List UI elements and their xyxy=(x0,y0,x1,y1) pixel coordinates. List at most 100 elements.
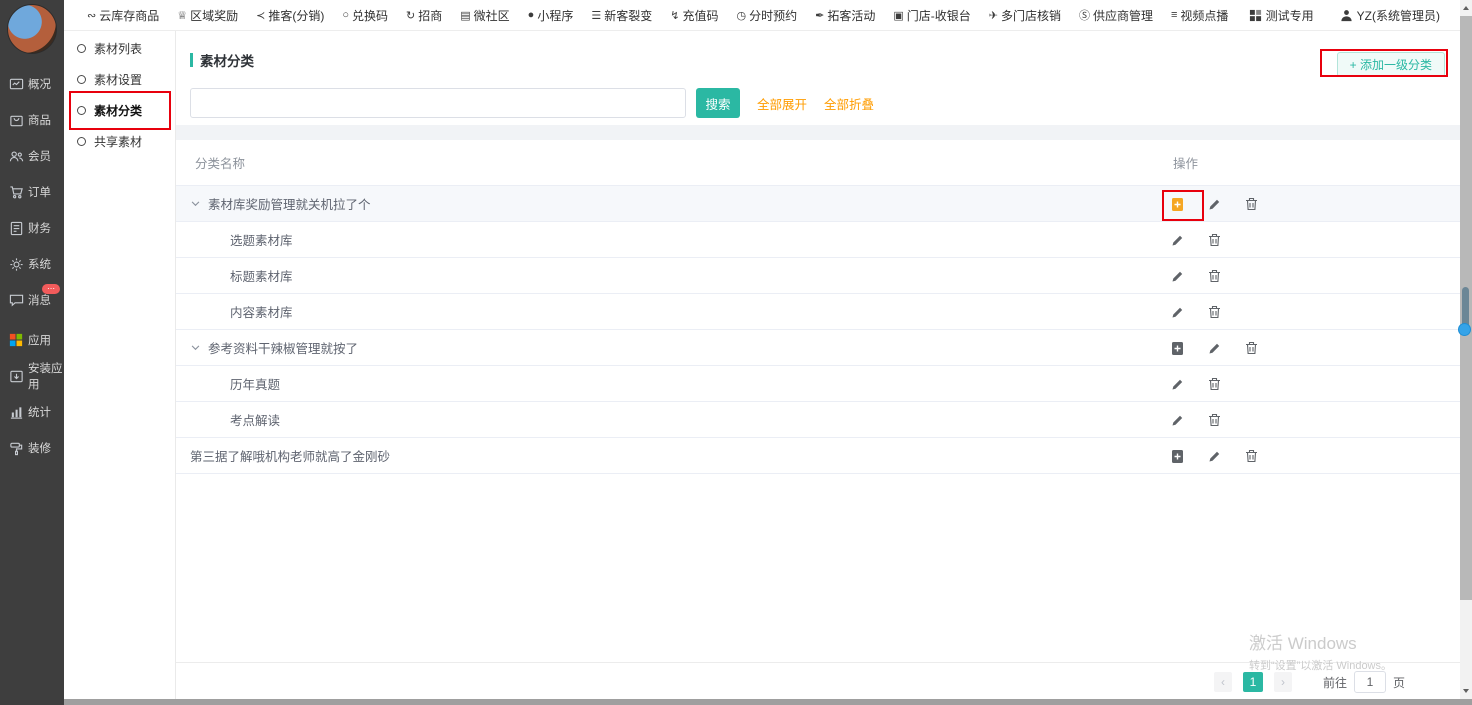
search-button[interactable]: 搜索 xyxy=(696,88,740,118)
add-subcategory-icon[interactable] xyxy=(1171,449,1208,464)
submenu-item-shared-material[interactable]: 共享素材 xyxy=(64,126,175,157)
nav-item-supplier[interactable]: Ⓢ供应商管理 xyxy=(1070,7,1162,24)
category-name: 历年真题 xyxy=(230,374,280,393)
row-operations xyxy=(1171,366,1245,402)
scroll-up-arrow-icon[interactable] xyxy=(1463,6,1469,10)
chevron-down-icon[interactable] xyxy=(191,201,200,207)
nav-item-investment[interactable]: ↻招商 xyxy=(397,7,451,24)
sidebar-item-install-apps[interactable]: 安装应用 xyxy=(0,358,64,394)
scroll-down-arrow-icon[interactable] xyxy=(1463,689,1469,693)
submenu-item-material-settings[interactable]: 素材设置 xyxy=(64,64,175,95)
cart-icon xyxy=(8,184,24,200)
top-nav-right: 测试专用 YZ(系统管理员) xyxy=(1249,7,1448,24)
edit-icon[interactable] xyxy=(1171,234,1208,247)
sidebar-item-statistics[interactable]: 统计 xyxy=(0,394,64,430)
sidebar-item-apps[interactable]: 应用 xyxy=(0,322,64,358)
sidebar-item-label: 统计 xyxy=(28,404,51,420)
sidebar-item-label: 会员 xyxy=(28,148,51,164)
add-subcategory-icon[interactable] xyxy=(1171,341,1208,356)
expand-all-link[interactable]: 全部展开 xyxy=(757,94,807,113)
sidebar-item-label: 商品 xyxy=(28,112,51,128)
scrollbar[interactable] xyxy=(1460,0,1472,699)
delete-icon[interactable] xyxy=(1208,269,1245,283)
prev-page-button[interactable]: ‹ xyxy=(1214,672,1232,692)
sidebar-item-orders[interactable]: 订单 xyxy=(0,174,64,210)
table-row[interactable]: 参考资料干辣椒管理就按了 xyxy=(176,330,1460,366)
edit-icon[interactable] xyxy=(1208,198,1245,211)
table-row[interactable]: 选题素材库 xyxy=(176,222,1460,258)
sidebar-item-products[interactable]: 商品 xyxy=(0,102,64,138)
table-row[interactable]: 素材库奖励管理就关机拉了个 xyxy=(176,186,1460,222)
edit-icon[interactable] xyxy=(1171,306,1208,319)
category-name: 第三据了解哦机构老师就高了金刚砂 xyxy=(190,446,390,465)
next-page-button[interactable]: › xyxy=(1274,672,1292,692)
title-accent-bar xyxy=(190,53,193,67)
table-footer-divider xyxy=(176,662,1460,663)
delete-icon[interactable] xyxy=(1208,233,1245,247)
add-category-button[interactable]: + 添加一级分类 xyxy=(1337,52,1445,77)
menu-lines-icon: ☰ xyxy=(591,9,601,22)
collapse-all-link[interactable]: 全部折叠 xyxy=(824,94,874,113)
radio-icon xyxy=(77,137,86,146)
bottom-edge-bar xyxy=(64,699,1472,705)
delete-icon[interactable] xyxy=(1208,305,1245,319)
user-menu[interactable]: YZ(系统管理员) xyxy=(1340,7,1440,24)
scroll-pin-knob[interactable] xyxy=(1458,323,1471,336)
nav-item-store-cashier[interactable]: ▣门店-收银台 xyxy=(884,7,979,24)
share-icon: ≺ xyxy=(256,9,265,22)
ledger-icon xyxy=(8,220,24,236)
sidebar-item-members[interactable]: 会员 xyxy=(0,138,64,174)
delete-icon[interactable] xyxy=(1245,449,1282,463)
category-name: 参考资料干辣椒管理就按了 xyxy=(208,338,358,357)
workspace-switcher[interactable]: 测试专用 xyxy=(1249,7,1314,24)
top-nav: ∾云库存商品 ♕区域奖励 ≺推客(分销) ○兑换码 ↻招商 ▤微社区 ●小程序 … xyxy=(64,0,1472,31)
edit-icon[interactable] xyxy=(1171,414,1208,427)
nav-item-video-on-demand[interactable]: ≡视频点播 xyxy=(1162,7,1237,24)
nav-item-fission[interactable]: ☰新客裂变 xyxy=(582,7,661,24)
nav-item-multistore-verify[interactable]: ✈多门店核销 xyxy=(980,7,1070,24)
table-row[interactable]: 考点解读 xyxy=(176,402,1460,438)
sidebar-item-messages[interactable]: 消息 ⋯ xyxy=(0,282,64,318)
avatar[interactable] xyxy=(7,4,57,54)
delete-icon[interactable] xyxy=(1245,341,1282,355)
submenu-item-material-list[interactable]: 素材列表 xyxy=(64,33,175,64)
delete-icon[interactable] xyxy=(1208,377,1245,391)
radio-icon xyxy=(77,44,86,53)
nav-item-time-booking[interactable]: ◷分时预约 xyxy=(727,7,806,24)
sidebar-item-label: 订单 xyxy=(28,184,51,200)
add-subcategory-icon[interactable] xyxy=(1171,197,1208,212)
nav-item-region-reward[interactable]: ♕区域奖励 xyxy=(168,7,247,24)
edit-icon[interactable] xyxy=(1208,450,1245,463)
chat-bubble-icon xyxy=(8,292,24,308)
category-name: 素材库奖励管理就关机拉了个 xyxy=(208,194,371,213)
edit-icon[interactable] xyxy=(1171,270,1208,283)
sidebar-item-system[interactable]: 系统 xyxy=(0,246,64,282)
sidebar-item-decoration[interactable]: 装修 xyxy=(0,430,64,466)
search-input[interactable] xyxy=(190,88,686,118)
delete-icon[interactable] xyxy=(1245,197,1282,211)
edit-icon[interactable] xyxy=(1171,378,1208,391)
goto-page-input[interactable] xyxy=(1354,671,1386,693)
nav-item-distribution[interactable]: ≺推客(分销) xyxy=(247,7,333,24)
table-header: 分类名称 操作 xyxy=(176,140,1460,186)
submenu-item-material-category[interactable]: 素材分类 xyxy=(64,95,175,126)
nav-item-recharge-code[interactable]: ↯充值码 xyxy=(661,7,727,24)
table-row[interactable]: 第三据了解哦机构老师就高了金刚砂 xyxy=(176,438,1460,474)
delete-icon[interactable] xyxy=(1208,413,1245,427)
chevron-down-icon[interactable] xyxy=(191,345,200,351)
video-menu-icon: ≡ xyxy=(1171,9,1177,21)
edit-icon[interactable] xyxy=(1208,342,1245,355)
nav-item-redeem-code[interactable]: ○兑换码 xyxy=(333,7,397,24)
nav-item-cloud-stock[interactable]: ∾云库存商品 xyxy=(78,7,168,24)
nav-item-community[interactable]: ▤微社区 xyxy=(451,7,518,24)
sidebar-item-label: 应用 xyxy=(28,332,51,348)
table-row[interactable]: 历年真题 xyxy=(176,366,1460,402)
table-row[interactable]: 标题素材库 xyxy=(176,258,1460,294)
page-number-button[interactable]: 1 xyxy=(1243,672,1263,692)
nav-item-customer-activity[interactable]: ✒拓客活动 xyxy=(806,7,884,24)
nav-item-miniprogram[interactable]: ●小程序 xyxy=(519,7,583,24)
sidebar-item-finance[interactable]: 财务 xyxy=(0,210,64,246)
sidebar-item-overview[interactable]: 概况 xyxy=(0,66,64,102)
storefront-icon: ▣ xyxy=(893,9,903,22)
table-row[interactable]: 内容素材库 xyxy=(176,294,1460,330)
